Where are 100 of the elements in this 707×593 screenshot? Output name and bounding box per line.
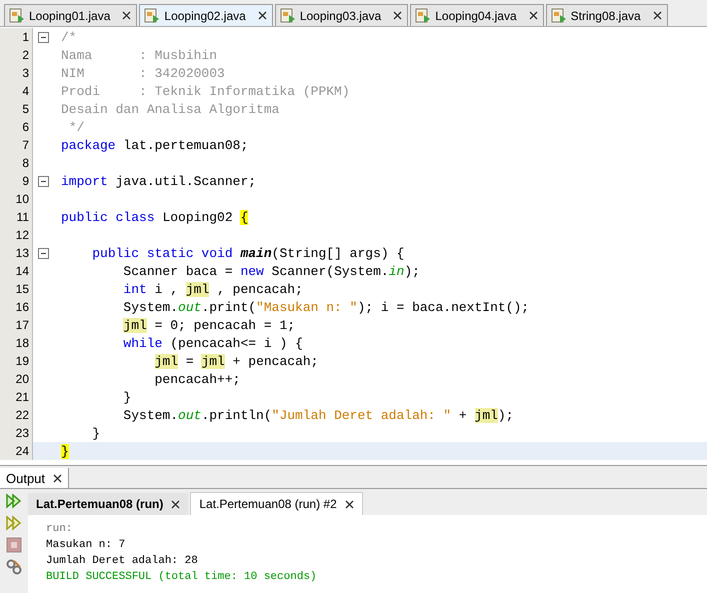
close-icon[interactable] [171, 500, 180, 508]
line-number: 11 [0, 208, 33, 226]
code-text: Scanner(System. [272, 264, 389, 278]
code-text: pencacah++; [154, 372, 240, 386]
close-icon[interactable] [652, 11, 662, 20]
collapse-icon[interactable] [38, 176, 49, 186]
keyword: while [123, 336, 162, 350]
code-text: + [458, 408, 468, 422]
matched-brace: { [240, 210, 248, 224]
line-number: 20 [0, 370, 33, 388]
line-number: 21 [0, 388, 33, 406]
code-text: Looping02 [162, 210, 234, 224]
line-number: 14 [0, 262, 33, 280]
line-number: 7 [0, 136, 33, 154]
code-text: (String[] args) { [272, 246, 404, 260]
code-text: java.util.Scanner; [116, 174, 256, 188]
code-text: ); i = baca.nextInt(); [357, 300, 530, 314]
close-icon[interactable] [258, 11, 267, 20]
code-text: .println( [201, 408, 272, 422]
collapse-icon[interactable] [38, 32, 49, 42]
console-line: Jumlah Deret adalah: 28 [46, 554, 199, 569]
matched-brace: } [61, 444, 69, 458]
line-number: 17 [0, 316, 33, 334]
code-text: ); [498, 408, 514, 422]
field-name: out [178, 408, 202, 422]
code-text: lat.pertemuan08; [123, 138, 248, 152]
line-number: 16 [0, 298, 33, 316]
keyword: int [123, 282, 147, 296]
java-file-icon [550, 8, 567, 24]
file-tab[interactable]: Looping02.java [139, 4, 273, 26]
java-file-icon [9, 8, 25, 24]
highlighted-identifier: jml [474, 408, 498, 422]
highlighted-identifier: jml [123, 318, 147, 332]
code-text: , pencacah; [217, 282, 303, 296]
line-number: 13 [0, 244, 33, 262]
output-tab[interactable]: Lat.Pertemuan08 (run) [28, 493, 188, 515]
highlighted-identifier: jml [186, 282, 210, 296]
stop-icon[interactable] [6, 537, 22, 553]
java-file-icon [415, 8, 432, 24]
keyword: public class [61, 210, 155, 224]
line-number: 6 [0, 118, 33, 136]
line-number: 4 [0, 82, 33, 100]
file-tab[interactable]: String08.java [546, 4, 668, 26]
line-number: 5 [0, 100, 33, 118]
close-icon[interactable] [393, 11, 402, 20]
line-number: 12 [0, 226, 33, 244]
output-tab[interactable]: Output [0, 468, 70, 488]
string-literal: "Masukan n: " [256, 300, 358, 314]
java-file-icon [144, 8, 160, 24]
line-number: 10 [0, 190, 33, 208]
code-text: + pencacah; [232, 354, 318, 368]
code-text: = [186, 354, 195, 368]
console-line: Masukan n: 7 [46, 538, 126, 553]
line-number: 3 [0, 64, 33, 82]
close-icon[interactable] [53, 474, 62, 482]
output-tab[interactable]: Lat.Pertemuan08 (run) #2 [190, 492, 363, 515]
highlighted-identifier: jml [201, 354, 225, 368]
line-number: 1 [0, 28, 33, 46]
line-number: 19 [0, 352, 33, 370]
comment-text: Nama : Musbihin [61, 48, 218, 62]
line-number: 23 [0, 424, 33, 442]
file-tab[interactable]: Looping03.java [274, 4, 408, 26]
code-text: (pencacah<= i ) { [170, 336, 303, 350]
comment-text: NIM : 342020003 [61, 66, 225, 80]
code-text: System. [123, 300, 178, 314]
keyword: public static void [92, 246, 234, 260]
java-file-icon [280, 8, 296, 24]
keyword: new [240, 264, 264, 278]
method-name: main [240, 246, 272, 260]
keyword: import [61, 174, 108, 188]
console-line: run: [46, 522, 74, 537]
line-number: 2 [0, 46, 33, 64]
comment-text: Desain dan Analisa Algoritma [61, 102, 280, 116]
code-text: = 0; pencacah = 1; [154, 318, 296, 332]
console-line: BUILD SUCCESSFUL (total time: 10 seconds) [46, 570, 318, 585]
comment-text: Prodi : Teknik Informatika (PPKM) [61, 84, 350, 98]
settings-icon[interactable] [6, 559, 22, 575]
code-text: i , [154, 282, 180, 296]
field-name: out [178, 300, 202, 314]
file-tab[interactable]: Looping04.java [410, 4, 544, 26]
line-number: 18 [0, 334, 33, 352]
code-text: } [92, 426, 100, 440]
string-literal: "Jumlah Deret adalah: " [272, 408, 452, 422]
close-icon[interactable] [528, 11, 538, 20]
comment-text: */ [68, 120, 84, 134]
line-number: 24 [0, 442, 33, 460]
collapse-icon[interactable] [38, 248, 49, 258]
keyword: package [61, 138, 116, 152]
line-number: 15 [0, 280, 33, 298]
code-text: } [123, 390, 132, 404]
file-tab[interactable]: Looping01.java [4, 4, 138, 26]
rerun-icon[interactable] [6, 493, 22, 509]
comment-text: /* [61, 30, 77, 44]
code-text: Scanner baca = [123, 264, 234, 278]
close-icon[interactable] [344, 500, 354, 508]
code-text: ); [404, 264, 420, 278]
code-text: System. [123, 408, 178, 422]
close-icon[interactable] [122, 11, 132, 20]
code-text: .print( [201, 300, 256, 314]
line-number: 9 [0, 172, 33, 190]
